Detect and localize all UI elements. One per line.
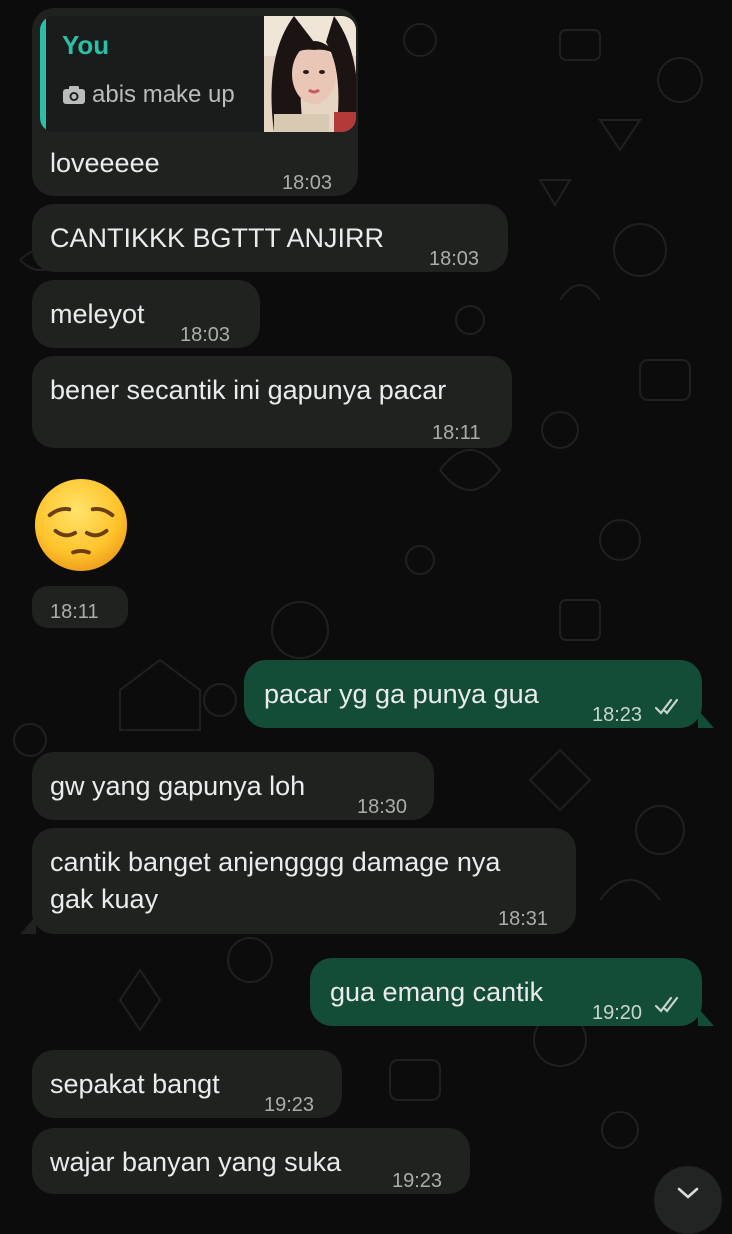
message-time: 18:30 [357, 796, 408, 818]
double-check-icon [654, 698, 679, 715]
camera-icon [63, 86, 85, 104]
message-time: 18:23 [592, 704, 643, 726]
message-text-line-2: gak kuay [50, 884, 159, 914]
message-bubble-incoming[interactable]: bener secantik ini gapunya pacar 18:11 [32, 356, 512, 448]
photo-thumbnail[interactable] [264, 16, 356, 132]
message-text: loveeeee [50, 148, 160, 178]
message-time: 18:03 [282, 172, 333, 194]
message-bubble-incoming[interactable]: meleyot 18:03 [32, 280, 260, 348]
message-bubble-incoming[interactable]: gw yang gapunya loh 18:30 [32, 752, 434, 820]
double-check-icon [654, 996, 679, 1013]
message-text: wajar banyan yang suka [50, 1147, 342, 1177]
chat-thread[interactable]: You abis make up loveeeee 18:03 CANTIKKK… [0, 0, 732, 1234]
message-time: 18:11 [50, 601, 99, 623]
message-bubble-incoming[interactable]: sepakat bangt 19:23 [32, 1050, 342, 1118]
bubble-tail [698, 1008, 714, 1026]
chevron-down-icon [677, 1187, 699, 1199]
message-text: pacar yg ga punya gua [264, 679, 539, 709]
message-time-pill: 18:11 [32, 586, 128, 628]
message-time: 18:11 [432, 422, 481, 444]
message-time: 18:03 [429, 248, 480, 270]
message-bubble-incoming[interactable]: cantik banget anjengggg damage nya gak k… [20, 828, 576, 934]
message-time: 18:03 [180, 324, 231, 346]
message-text: bener secantik ini gapunya pacar [50, 375, 447, 405]
scroll-to-bottom-button[interactable] [654, 1166, 722, 1234]
message-time: 18:31 [498, 908, 549, 930]
message-bubble-incoming[interactable]: CANTIKKK BGTTT ANJIRR 18:03 [32, 204, 508, 272]
message-bubble-incoming[interactable]: You abis make up loveeeee 18:03 [32, 8, 358, 196]
message-text: gw yang gapunya loh [50, 771, 306, 801]
message-text: meleyot [50, 299, 145, 329]
bubble-tail [698, 710, 714, 728]
message-text: sepakat bangt [50, 1069, 220, 1099]
quote-caption: abis make up [92, 81, 235, 108]
message-text: gua emang cantik [330, 977, 544, 1007]
message-time: 19:23 [264, 1094, 315, 1116]
quoted-message[interactable]: You abis make up [40, 16, 356, 132]
message-text-line-1: cantik banget anjengggg damage nya [50, 847, 501, 877]
quote-author: You [62, 30, 110, 60]
message-time: 19:20 [592, 1002, 643, 1024]
pensive-face-emoji [34, 478, 128, 572]
message-bubble-outgoing[interactable]: pacar yg ga punya gua 18:23 [244, 660, 714, 728]
quote-accent-bar [40, 16, 46, 132]
message-text: CANTIKKK BGTTT ANJIRR [50, 223, 385, 253]
bubble-tail [20, 916, 36, 934]
message-bubble-outgoing[interactable]: gua emang cantik 19:20 [310, 958, 714, 1026]
message-bubble-incoming[interactable]: wajar banyan yang suka 19:23 [32, 1128, 470, 1194]
message-time: 19:23 [392, 1170, 443, 1192]
emoji-message[interactable] [32, 476, 130, 579]
